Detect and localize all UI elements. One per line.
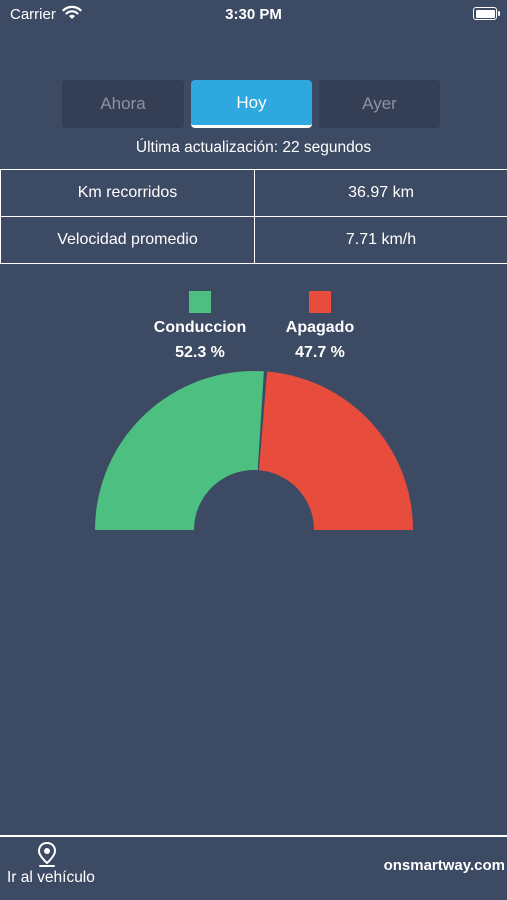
status-time: 3:30 PM <box>225 6 282 23</box>
chart-slice-apagado <box>258 371 413 530</box>
legend-pct-apagado: 47.7 % <box>295 344 345 361</box>
chart-legend: Conduccion 52.3 % Apagado 47.7 % <box>0 291 507 371</box>
table-row: Km recorridos 36.97 km <box>0 169 507 217</box>
stat-value-speed: 7.71 km/h <box>254 216 507 264</box>
legend-label-apagado: Apagado <box>285 319 355 336</box>
battery-icon <box>473 7 500 20</box>
tab-hoy-label: Hoy <box>236 92 267 112</box>
legend-pct-conduccion: 52.3 % <box>175 344 225 361</box>
tab-ayer-label: Ayer <box>362 94 397 113</box>
stat-value-km: 36.97 km <box>254 169 507 217</box>
go-to-vehicle-link[interactable]: Ir al vehículo <box>7 869 95 887</box>
legend-label-conduccion: Conduccion <box>153 319 247 336</box>
table-row: Velocidad promedio 7.71 km/h <box>0 216 507 264</box>
last-update-text: Última actualización: 22 segundos <box>135 139 372 156</box>
stat-label-speed: Velocidad promedio <box>0 216 255 264</box>
half-donut-chart <box>95 371 413 530</box>
footer-divider <box>0 835 507 837</box>
stats-table: Km recorridos 36.97 km Velocidad promedi… <box>0 169 507 264</box>
legend-swatch-apagado <box>309 291 331 313</box>
period-tabs: Ahora Hoy Ayer <box>0 80 507 130</box>
tab-ahora[interactable]: Ahora <box>62 80 184 128</box>
tab-hoy[interactable]: Hoy <box>191 80 312 128</box>
location-pin-icon[interactable] <box>36 841 58 869</box>
tab-ayer[interactable]: Ayer <box>319 80 440 128</box>
brand-label: onsmartway.com <box>383 857 505 874</box>
stat-label-km: Km recorridos <box>0 169 255 217</box>
tab-ahora-label: Ahora <box>100 94 146 113</box>
status-bar: Carrier 3:30 PM <box>0 0 507 28</box>
legend-swatch-conduccion <box>189 291 211 313</box>
chart-slice-conduccion <box>95 371 264 530</box>
